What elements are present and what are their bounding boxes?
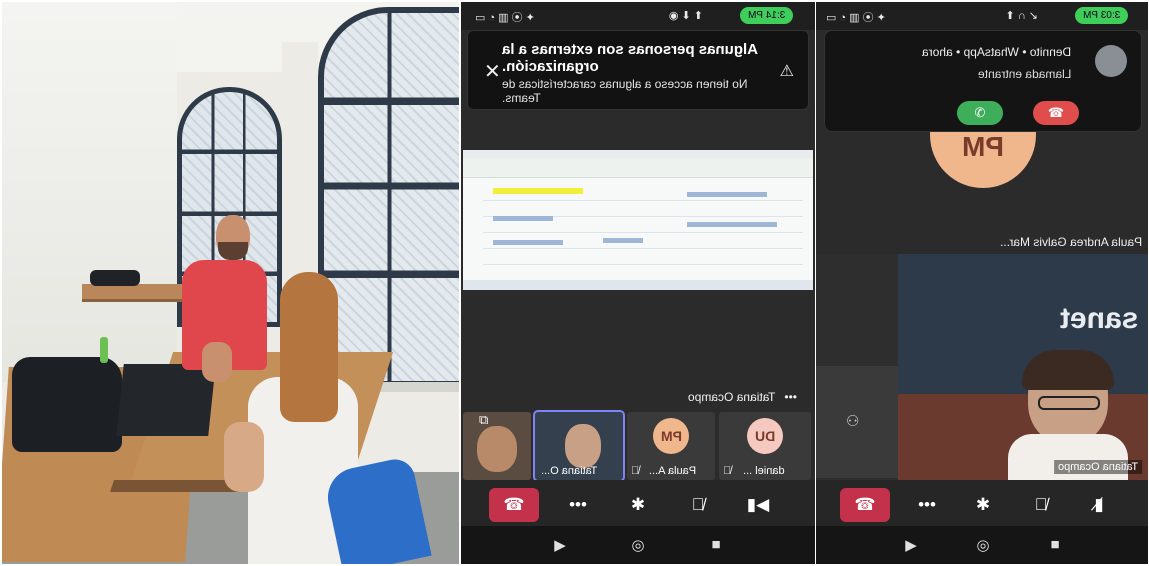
notification-title: Dennito • WhatsApp • ahora (921, 45, 1071, 59)
home-icon[interactable]: ◎ (627, 536, 649, 554)
presenter-name: Tatiana Ocampo (687, 390, 776, 404)
notification-icons: ◉ ⬇ ⬆ (668, 10, 703, 22)
participant-tile-tatiana[interactable]: Tatiana O... (533, 410, 625, 482)
caller-avatar (1095, 45, 1127, 77)
avatar-initials: PM (660, 428, 682, 444)
participant-name: Tatiana O... (541, 465, 598, 477)
sheet-row (483, 200, 803, 201)
person-icon: ⚇ (846, 413, 860, 430)
close-icon[interactable]: ✕ (484, 59, 501, 84)
participant-name: Paula Andrea Galvis Mar... (999, 235, 1142, 249)
teams-call-screen-2: 3:03 PM ▭ ◔ ▥ ⦿ ✦ ⬆ ∩ ↘ PM Dennito • Wha… (816, 2, 1148, 564)
decline-call-button[interactable]: ☎ (1033, 101, 1079, 125)
highlighted-cell (493, 188, 583, 194)
hangup-button[interactable]: ☎ (840, 488, 890, 522)
battery-icon: ▭ ◔ ▥ ⦿ ✦ (475, 12, 535, 24)
battery-icon: ▭ ◔ ▥ ⦿ ✦ (826, 12, 886, 24)
participant-tile-empty[interactable]: ⚇ (816, 366, 898, 478)
muted-icon: 🎙̸ (723, 465, 732, 477)
sheet-cell (493, 216, 553, 221)
participant-strip: ⧉ Tatiana O... PM 🎙̸ Paula A... DU 🎙̸ da… (461, 410, 815, 482)
office-photo (2, 2, 459, 564)
camera-off-icon[interactable]: ▮̸ (1074, 488, 1124, 522)
call-pill[interactable]: 3:14 PM (739, 7, 793, 24)
hangup-button[interactable]: ☎ (489, 488, 539, 522)
avatar-initials: DU (754, 428, 776, 444)
sheet-cell (687, 222, 777, 227)
notification-subtitle: Llamada entrante (977, 67, 1071, 81)
muted-icon: 🎙̸ (631, 465, 640, 477)
external-banner: ✕ ⚠ Algunas personas son externas a la o… (467, 30, 809, 110)
more-button[interactable]: ••• (902, 488, 952, 522)
avatar: PM (653, 418, 689, 454)
backpack (12, 357, 122, 452)
avatar: DU (747, 418, 783, 454)
status-bar: 3:14 PM ▭ ◔ ▥ ⦿ ✦ ◉ ⬇ ⬆ (461, 2, 815, 30)
incoming-call-notification[interactable]: Dennito • WhatsApp • ahora Llamada entra… (824, 30, 1142, 132)
video-logo: sanet (1059, 302, 1138, 335)
woman-hair (280, 272, 338, 422)
video-hair (1022, 350, 1114, 390)
status-bar: 3:03 PM ▭ ◔ ▥ ⦿ ✦ ⬆ ∩ ↘ (816, 2, 1148, 30)
warning-icon: ⚠ (779, 63, 794, 80)
sheet-row (483, 264, 803, 265)
participant-name: daniel ... (743, 465, 785, 477)
video-glasses (1038, 396, 1100, 410)
banner-text: Algunas personas son externas a la organ… (502, 41, 762, 105)
banner-body: No tienen acceso a algunas característic… (502, 77, 748, 105)
bluetooth-icon[interactable]: ✱ (613, 488, 663, 522)
water-bottle (100, 337, 108, 363)
participant-name: Tatiana Ocampo (1053, 460, 1142, 474)
sheet-cell (603, 238, 643, 243)
mic-off-icon[interactable]: 🎙̸ (1016, 488, 1066, 522)
presenter-label: Tatiana Ocampo ••• (688, 390, 797, 404)
call-controls: ☎ ••• ✱ 🎙̸ ▮̸ (816, 480, 1148, 530)
more-button[interactable]: ••• (553, 488, 603, 522)
side-column: ⚇ (816, 254, 898, 480)
call-controls: ☎ ••• ✱ 🎙̸ ▮◀ (461, 480, 815, 530)
left-wall (2, 2, 177, 382)
sheet-cell (493, 240, 563, 245)
participant-video-tatiana[interactable]: sanet Tatiana Ocampo (898, 254, 1148, 480)
bluetooth-icon[interactable]: ✱ (958, 488, 1008, 522)
more-options-icon[interactable]: ••• (784, 390, 797, 404)
woman-arm (224, 422, 264, 492)
participant-tile-paula[interactable]: PM 🎙̸ Paula A... (627, 412, 715, 480)
man-beard (218, 242, 248, 260)
shared-screen-spreadsheet[interactable] (463, 150, 813, 290)
windows-taskbar (463, 280, 813, 290)
sheet-cell (687, 192, 767, 197)
back-icon[interactable]: ▶ (900, 536, 922, 554)
participant-video (565, 424, 601, 468)
call-time: 3:14 PM (747, 10, 785, 21)
mic-off-icon[interactable]: 🎙̸ (673, 488, 723, 522)
home-icon[interactable]: ◎ (972, 536, 994, 554)
sheet-row (483, 232, 803, 233)
recents-icon[interactable]: ■ (705, 536, 727, 553)
arched-window-right (318, 7, 459, 387)
participant-tile-self[interactable]: ⧉ (463, 412, 531, 480)
self-video (477, 426, 517, 472)
call-time: 3:03 PM (1082, 10, 1120, 21)
accept-call-button[interactable]: ✆ (957, 101, 1003, 125)
recents-icon[interactable]: ■ (1044, 536, 1066, 553)
screenshot-collage: 3:14 PM ▭ ◔ ▥ ⦿ ✦ ◉ ⬇ ⬆ ✕ ⚠ Algunas pers… (0, 0, 1149, 566)
android-nav-bar: ▶ ◎ ■ (816, 526, 1148, 564)
call-pill[interactable]: 3:03 PM (1074, 7, 1128, 24)
speaker (90, 270, 140, 286)
banner-title: Algunas personas son externas a la organ… (502, 41, 758, 75)
android-nav-bar: ▶ ◎ ■ (461, 526, 815, 564)
participant-name: Paula A... (649, 465, 697, 477)
teams-call-screen-1: 3:14 PM ▭ ◔ ▥ ⦿ ✦ ◉ ⬇ ⬆ ✕ ⚠ Algunas pers… (461, 2, 815, 564)
camera-icon[interactable]: ▮◀ (733, 488, 783, 522)
back-icon[interactable]: ▶ (549, 536, 571, 554)
man-arm (202, 342, 232, 382)
sheet-row (483, 248, 803, 249)
participant-tile-daniel[interactable]: DU 🎙̸ daniel ... (719, 412, 811, 480)
switch-camera-icon[interactable]: ⧉ (479, 412, 488, 428)
spreadsheet-ribbon (463, 158, 813, 178)
laptop (116, 364, 216, 436)
notification-icons: ⬆ ∩ ↘ (1005, 10, 1038, 22)
